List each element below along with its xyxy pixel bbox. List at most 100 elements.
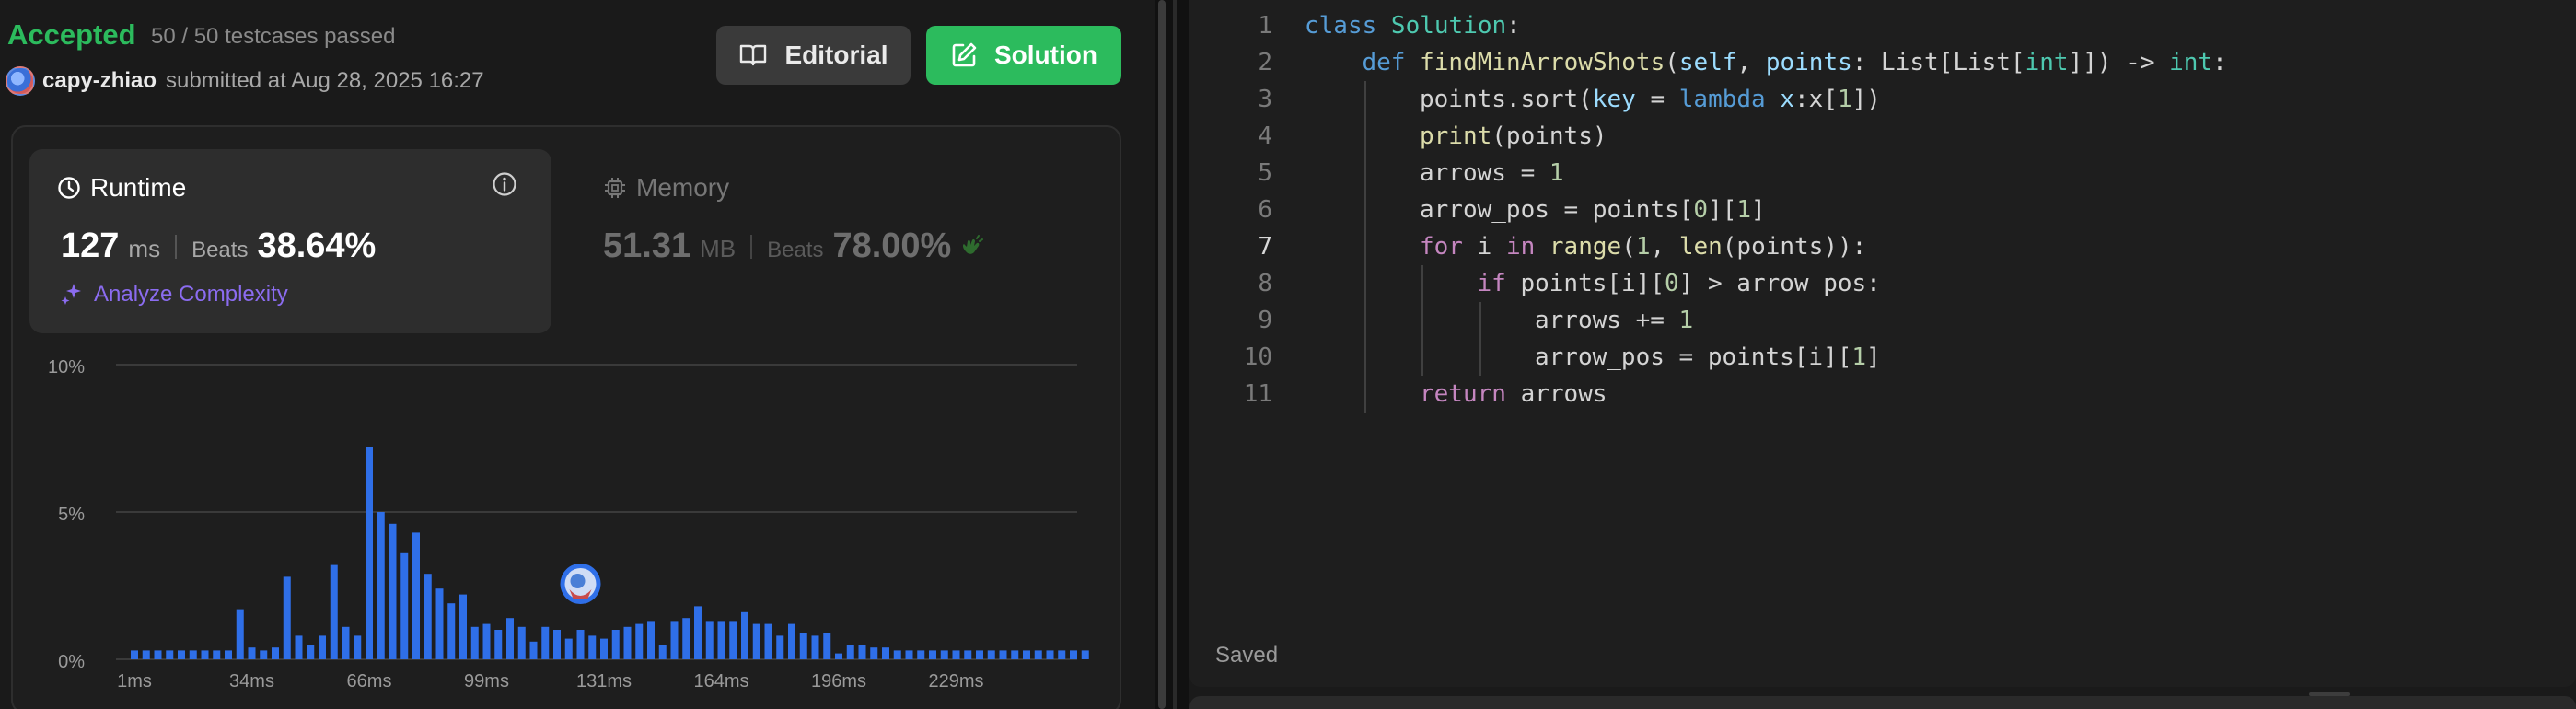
runtime-bar[interactable] — [670, 621, 679, 659]
runtime-bar[interactable] — [506, 618, 514, 659]
runtime-bar[interactable] — [330, 564, 338, 659]
runtime-bar[interactable] — [260, 650, 268, 659]
runtime-bar[interactable] — [295, 635, 303, 659]
runtime-bar[interactable] — [354, 635, 362, 659]
runtime-bar[interactable] — [1046, 650, 1054, 659]
username[interactable]: capy-zhiao — [42, 68, 157, 94]
runtime-bar[interactable] — [929, 650, 936, 659]
runtime-bar[interactable] — [976, 650, 983, 659]
runtime-bar[interactable] — [377, 512, 385, 659]
runtime-bar[interactable] — [389, 523, 397, 659]
code-line[interactable]: 7 for i in range(1, len(points)): — [1189, 228, 2570, 265]
runtime-bar[interactable] — [201, 650, 209, 659]
runtime-bar[interactable] — [1081, 650, 1089, 659]
vertical-drag-handle[interactable] — [2309, 692, 2350, 696]
runtime-bar[interactable] — [553, 630, 561, 659]
runtime-bar[interactable] — [999, 650, 1007, 659]
runtime-bar[interactable] — [741, 611, 748, 659]
runtime-metric[interactable]: Runtime 127 ms Beats 38.64% Analyze Comp… — [29, 149, 551, 333]
runtime-bar[interactable] — [1023, 650, 1030, 659]
runtime-bar[interactable] — [1034, 650, 1042, 659]
runtime-bar[interactable] — [729, 621, 737, 659]
runtime-bar[interactable] — [893, 650, 901, 659]
runtime-bar[interactable] — [366, 447, 373, 659]
runtime-bar[interactable] — [225, 650, 232, 659]
runtime-bar[interactable] — [342, 626, 350, 659]
runtime-bar[interactable] — [917, 650, 925, 659]
runtime-bar[interactable] — [717, 621, 725, 659]
runtime-bar[interactable] — [435, 588, 444, 659]
runtime-bar[interactable] — [987, 650, 995, 659]
runtime-bar[interactable] — [424, 574, 432, 659]
memory-header[interactable]: Memory — [603, 173, 729, 203]
runtime-bar[interactable] — [236, 609, 244, 659]
runtime-bar[interactable] — [776, 635, 784, 659]
runtime-bar[interactable] — [635, 623, 644, 659]
runtime-bar[interactable] — [272, 647, 279, 659]
code-line[interactable]: 11 return arrows — [1189, 376, 2570, 413]
runtime-bar[interactable] — [482, 623, 491, 659]
code-line[interactable]: 5 arrows = 1 — [1189, 155, 2570, 192]
code-line[interactable]: 4 print(points) — [1189, 118, 2570, 155]
runtime-bar[interactable] — [213, 650, 221, 659]
code-line[interactable]: 10 arrow_pos = points[i][1] — [1189, 339, 2570, 376]
runtime-bar[interactable] — [752, 623, 760, 659]
runtime-bar[interactable] — [682, 618, 690, 659]
avatar[interactable] — [6, 66, 35, 96]
runtime-bar[interactable] — [1011, 650, 1019, 659]
runtime-bar[interactable] — [600, 638, 608, 659]
runtime-bar[interactable] — [823, 633, 831, 659]
runtime-bar[interactable] — [189, 650, 197, 659]
runtime-bar[interactable] — [576, 630, 585, 659]
runtime-bar[interactable] — [447, 603, 456, 659]
runtime-bar[interactable] — [799, 633, 807, 659]
runtime-bar[interactable] — [964, 650, 972, 659]
runtime-bar[interactable] — [470, 626, 479, 659]
runtime-bar[interactable] — [705, 621, 714, 659]
runtime-bar[interactable] — [647, 621, 655, 659]
runtime-bar[interactable] — [811, 635, 819, 659]
runtime-bar[interactable] — [623, 626, 632, 659]
runtime-bar[interactable] — [178, 650, 185, 659]
code-line[interactable]: 9 arrows += 1 — [1189, 302, 2570, 339]
runtime-bar[interactable] — [494, 630, 503, 659]
solution-button[interactable]: Solution — [926, 26, 1121, 85]
runtime-bar[interactable] — [541, 626, 550, 659]
runtime-bar[interactable] — [166, 650, 174, 659]
your-submission-marker[interactable] — [560, 564, 601, 604]
runtime-bar[interactable] — [611, 630, 620, 659]
runtime-bar[interactable] — [319, 635, 326, 659]
code-line[interactable]: 2 def findMinArrowShots(self, points: Lis… — [1189, 44, 2570, 81]
runtime-bar[interactable] — [1058, 650, 1066, 659]
runtime-bar[interactable] — [529, 641, 538, 659]
runtime-bar[interactable] — [588, 635, 597, 659]
runtime-bar[interactable] — [940, 650, 948, 659]
runtime-bar[interactable] — [131, 650, 138, 659]
runtime-bar[interactable] — [905, 650, 913, 659]
runtime-bar[interactable] — [459, 594, 467, 659]
editorial-button[interactable]: Editorial — [716, 26, 911, 85]
runtime-bar[interactable] — [694, 606, 702, 659]
code-area[interactable]: 1 class Solution: 2 def findMinArrowShots(s… — [1189, 7, 2570, 413]
runtime-bar[interactable] — [1070, 650, 1077, 659]
code-line[interactable]: 1 class Solution: — [1189, 7, 2570, 44]
info-icon[interactable] — [492, 171, 517, 197]
code-line[interactable]: 3 points.sort(key = lambda x:x[1]) — [1189, 81, 2570, 118]
runtime-bar[interactable] — [307, 645, 315, 659]
runtime-bar[interactable] — [764, 623, 772, 659]
runtime-bar[interactable] — [870, 647, 878, 659]
resizer-bar[interactable] — [1158, 0, 1166, 709]
runtime-bar[interactable] — [154, 650, 162, 659]
runtime-bar[interactable] — [400, 552, 409, 659]
runtime-bar[interactable] — [564, 638, 573, 659]
runtime-bar[interactable] — [858, 645, 866, 659]
runtime-bar[interactable] — [846, 645, 854, 659]
runtime-bar[interactable] — [882, 647, 889, 659]
runtime-bar[interactable] — [412, 532, 420, 659]
panel-resizer[interactable] — [1155, 0, 1189, 709]
runtime-bar[interactable] — [658, 645, 667, 659]
runtime-bar[interactable] — [788, 623, 795, 659]
code-line[interactable]: 6 arrow_pos = points[0][1] — [1189, 192, 2570, 228]
runtime-bar[interactable] — [835, 653, 842, 659]
runtime-bar[interactable] — [517, 626, 526, 659]
